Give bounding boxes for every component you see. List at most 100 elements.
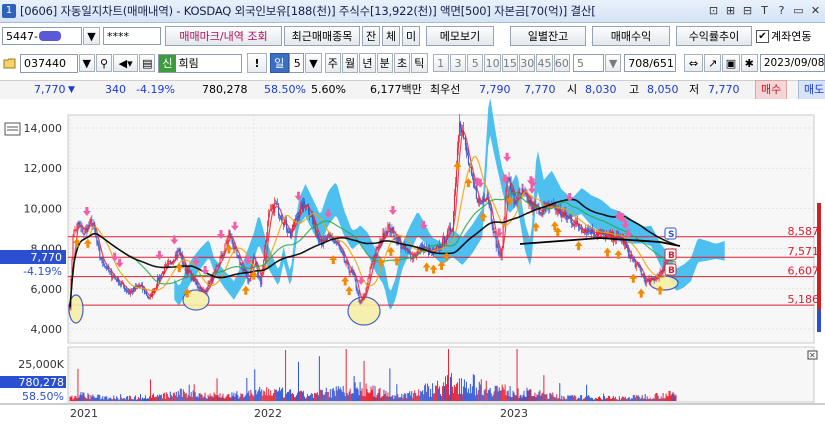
minimize-icon[interactable]: ⊟: [740, 3, 755, 18]
tile-icon[interactable]: ⊞: [723, 3, 738, 18]
period-second-button[interactable]: 초: [393, 53, 411, 73]
search-icon[interactable]: ⚲: [95, 54, 113, 72]
bar-count-field[interactable]: 708/651: [624, 54, 676, 72]
alert-icon[interactable]: !: [247, 53, 267, 73]
volume-bar: [288, 391, 290, 401]
candle-body: [270, 208, 272, 211]
volume-bar: [349, 388, 351, 401]
unfilled-button[interactable]: 미: [402, 26, 420, 46]
volume-bar: [455, 383, 457, 401]
checkmark-icon[interactable]: ✔: [756, 29, 769, 43]
period-dropdown-icon[interactable]: ▼: [305, 53, 322, 73]
volume-bar: [397, 394, 399, 401]
volume-bar: [171, 396, 173, 401]
period-week-button[interactable]: 주: [324, 53, 341, 73]
list-icon[interactable]: ▤: [139, 54, 156, 72]
interval-button-10[interactable]: 10: [484, 54, 501, 72]
draw-icon[interactable]: ↗: [704, 54, 722, 72]
sound-icon[interactable]: ◀▾: [113, 54, 139, 72]
volume-bar: [104, 396, 106, 401]
interval-button-60[interactable]: 60: [553, 54, 571, 72]
interval-value-field[interactable]: 5: [573, 54, 604, 72]
account-link-checkbox[interactable]: ✔ 계좌연동: [756, 28, 811, 44]
volume-bar: [80, 392, 82, 401]
volume-bar: [236, 391, 238, 401]
period-day-button[interactable]: 일: [269, 53, 289, 73]
account-field[interactable]: 5447-: [2, 27, 82, 45]
account-dropdown-icon[interactable]: ▼: [83, 27, 100, 45]
interval-button-5[interactable]: 5: [467, 54, 484, 72]
volume-bar: [558, 398, 560, 401]
executed-button[interactable]: 체: [382, 26, 400, 46]
volume-bar: [454, 387, 456, 401]
interval-button-45[interactable]: 45: [536, 54, 553, 72]
volume-bar: [225, 396, 227, 401]
date-field[interactable]: 2023/09/08: [759, 54, 825, 72]
volume-bar: [217, 394, 219, 401]
return-trend-button[interactable]: 수익률추이: [676, 26, 752, 46]
interval-button-1[interactable]: 1: [432, 54, 449, 72]
chart-menu-icon[interactable]: [4, 122, 21, 136]
candle-body: [319, 239, 321, 241]
volume-bar: [656, 392, 658, 401]
volume-bar: [524, 396, 526, 401]
interval-button-3[interactable]: 3: [449, 54, 467, 72]
chart-area[interactable]: ✕ SBB 14,000 12,000 10,000 8,000 6,000 4,000 7…: [0, 97, 825, 424]
volume-bar: [410, 395, 412, 401]
volume-bar: [150, 397, 152, 401]
memo-button[interactable]: 메모보기: [426, 26, 494, 46]
trade-profit-button[interactable]: 매매수익: [592, 26, 670, 46]
period-tick-button[interactable]: 틱: [411, 53, 428, 73]
volume-bar: [301, 392, 303, 401]
candle-body: [333, 241, 335, 243]
save-icon[interactable]: ▣: [722, 54, 740, 72]
volume-bar: [210, 396, 212, 401]
volume-bar: [546, 394, 548, 401]
password-field[interactable]: ****: [103, 27, 161, 45]
period-value-field[interactable]: 5: [288, 53, 305, 73]
period-year-button[interactable]: 년: [359, 53, 376, 73]
candle-body: [363, 295, 365, 297]
scroll-indicator-low[interactable]: [817, 310, 821, 332]
interval-button-30[interactable]: 30: [519, 54, 536, 72]
balance-button[interactable]: 잔: [362, 26, 380, 46]
volume-bar: [548, 398, 550, 401]
volume-bar: [601, 399, 603, 401]
link-icon[interactable]: ⊡: [706, 3, 721, 18]
candle-body: [254, 256, 256, 259]
candle-body: [541, 213, 543, 216]
sell-button[interactable]: 매도: [798, 80, 825, 100]
volume-bar: [409, 391, 411, 401]
period-month-button[interactable]: 월: [341, 53, 359, 73]
gear-icon[interactable]: ✱: [740, 54, 758, 72]
price-chart[interactable]: ✕ SBB 14,00012,00010,0008,0006,0004,0007…: [0, 97, 825, 424]
recent-trades-button[interactable]: 최근매매종목: [284, 26, 360, 46]
text-icon[interactable]: T: [757, 3, 772, 18]
interval-dropdown-icon[interactable]: ▼: [604, 54, 622, 72]
zoom-icon[interactable]: ⇔: [683, 54, 704, 72]
candle-body: [137, 285, 139, 287]
volume-bar: [545, 394, 547, 401]
volume-bar: [212, 397, 214, 401]
period-minute-button[interactable]: 분: [376, 53, 393, 73]
candle-body: [496, 244, 498, 248]
volume-bar: [354, 382, 356, 401]
candle-body: [259, 276, 261, 279]
interval-button-15[interactable]: 15: [501, 54, 519, 72]
folder-icon[interactable]: [3, 57, 17, 69]
maximize-icon[interactable]: ▭: [791, 3, 806, 18]
close-icon[interactable]: ✕: [808, 3, 823, 18]
volume-bar: [105, 396, 107, 401]
candle-body: [623, 242, 625, 246]
volume-bar: [215, 395, 217, 401]
stock-name-field[interactable]: 신 희림: [158, 53, 243, 73]
volume-bar: [139, 398, 141, 401]
candle-body: [630, 254, 632, 259]
buy-button[interactable]: 매수: [755, 80, 788, 100]
daily-balance-button[interactable]: 일별잔고: [510, 26, 586, 46]
code-dropdown-icon[interactable]: ▼: [78, 54, 95, 72]
help-icon[interactable]: ?: [774, 3, 789, 18]
stock-code-input[interactable]: 037440: [20, 53, 78, 73]
volume-bar: [179, 388, 181, 401]
trade-mark-query-button[interactable]: 매매마크/내역 조회: [165, 26, 282, 46]
